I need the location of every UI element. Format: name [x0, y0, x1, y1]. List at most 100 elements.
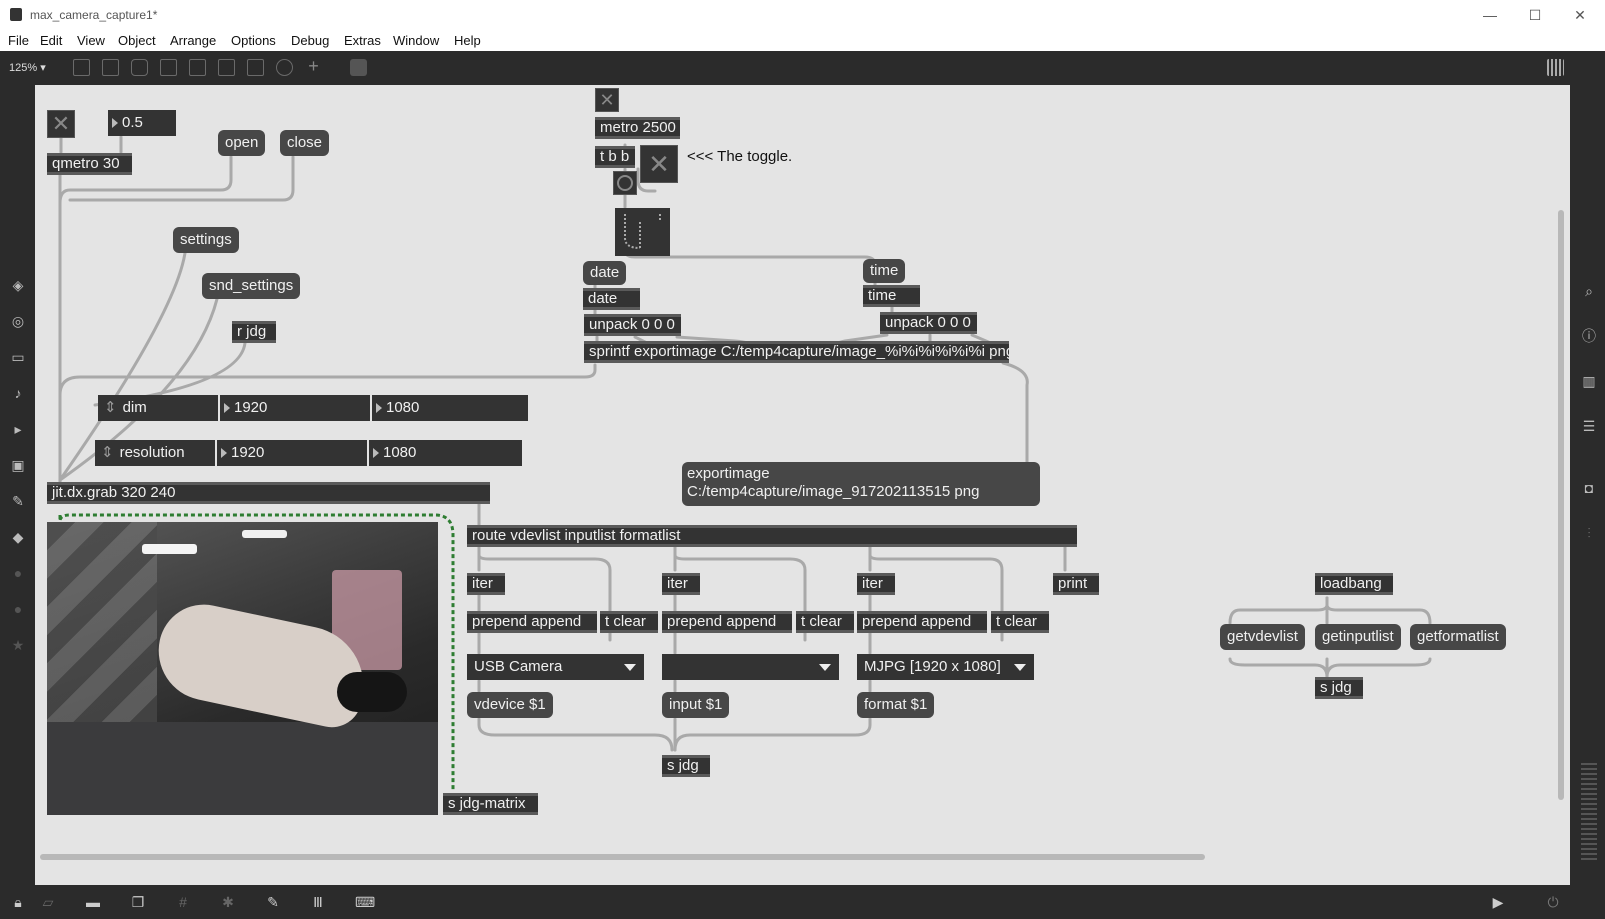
route-object[interactable]: route vdevlist inputlist formatlist — [467, 525, 1077, 547]
dim-width-number[interactable]: 1920 — [220, 395, 370, 421]
reference-icon[interactable]: ▥ — [1581, 373, 1597, 389]
menu-edit[interactable]: Edit — [40, 33, 62, 48]
minimize-button[interactable]: — — [1475, 5, 1505, 25]
info-circle-icon[interactable]: ● — [10, 601, 26, 617]
zoom-menu[interactable]: 125% ▾ — [9, 61, 46, 74]
getvdevlist-message[interactable]: getvdevlist — [1220, 624, 1305, 650]
input-umenu[interactable] — [662, 654, 839, 680]
send-jdg-object-2[interactable]: s jdg — [1315, 677, 1363, 699]
power-icon[interactable]: ⏻ — [1545, 894, 1561, 910]
patcher-canvas[interactable]: ✕ 0.5 qmetro 30 open close settings snd_… — [35, 85, 1570, 885]
bang-button[interactable] — [613, 171, 637, 195]
unpack-date-object[interactable]: unpack 0 0 0 — [584, 314, 681, 336]
inspector-icon[interactable]: ⓘ — [1581, 328, 1597, 344]
metro-object[interactable]: metro 2500 — [595, 117, 680, 139]
time-message[interactable]: time — [863, 259, 906, 283]
date-object[interactable]: date — [583, 288, 640, 310]
qmetro-object[interactable]: qmetro 30 — [47, 153, 132, 175]
print-object[interactable]: print — [1053, 573, 1099, 595]
input-message[interactable]: input $1 — [662, 692, 730, 718]
menu-help[interactable]: Help — [454, 33, 481, 48]
receive-jdg-object[interactable]: r jdg — [232, 321, 276, 343]
star-icon[interactable]: ★ — [10, 637, 26, 653]
exportimage-message[interactable]: exportimage C:/temp4capture/image_917202… — [682, 462, 1040, 506]
target-icon[interactable]: ◎ — [10, 313, 26, 329]
playbar-icon[interactable] — [218, 59, 235, 76]
columns-icon[interactable]: Ⅲ — [310, 894, 326, 910]
getinputlist-message[interactable]: getinputlist — [1315, 624, 1401, 650]
audio-play-icon[interactable]: ▶ — [1490, 894, 1506, 910]
resolution-width-number[interactable]: 1920 — [217, 440, 367, 466]
gate-object[interactable] — [615, 208, 670, 256]
close-message[interactable]: close — [280, 130, 330, 156]
wrench-icon[interactable]: ✎ — [265, 894, 281, 910]
render-toggle[interactable]: ✕ — [47, 110, 75, 138]
horizontal-scrollbar[interactable] — [40, 854, 1205, 860]
jit-dx-grab-object[interactable]: jit.dx.grab 320 240 — [47, 482, 490, 504]
camera-icon[interactable]: ◘ — [1581, 480, 1597, 496]
loadbang-object[interactable]: loadbang — [1315, 573, 1393, 595]
music-icon[interactable]: ♪ — [10, 385, 26, 401]
send-jdg-object[interactable]: s jdg — [662, 755, 710, 777]
playlist-icon[interactable]: ▸ — [10, 421, 26, 437]
dial-icon[interactable] — [276, 59, 293, 76]
clip-icon[interactable]: ▭ — [10, 349, 26, 365]
prepend-append-object-1[interactable]: prepend append — [467, 611, 597, 633]
lock-icon[interactable]: 🔒︎ — [10, 894, 26, 910]
maximize-button[interactable]: ☐ — [1520, 5, 1550, 25]
sprintf-object[interactable]: sprintf exportimage C:/temp4capture/imag… — [584, 341, 1009, 363]
dim-attribute[interactable]: ⇕ dim — [98, 395, 218, 421]
add-icon[interactable]: + — [305, 57, 322, 76]
iter-object-1[interactable]: iter — [467, 573, 505, 595]
list-icon[interactable]: ☰ — [1581, 418, 1597, 434]
menu-view[interactable]: View — [77, 33, 105, 48]
comment-bubble-icon[interactable]: ▬ — [85, 894, 101, 910]
menu-file[interactable]: File — [8, 33, 29, 48]
keyboard-icon[interactable]: ⌨ — [355, 894, 375, 910]
dim-height-number[interactable]: 1080 — [372, 395, 528, 421]
grid-icon[interactable] — [1547, 59, 1564, 76]
getformatlist-message[interactable]: getformatlist — [1410, 624, 1506, 650]
help-circle-icon[interactable]: ● — [10, 565, 26, 581]
vdevice-message[interactable]: vdevice $1 — [467, 692, 553, 718]
plugin-icon[interactable]: ◆ — [10, 529, 26, 545]
time-object[interactable]: time — [863, 285, 920, 307]
presentation-mode-icon[interactable]: ▱ — [40, 894, 56, 910]
new-object-icon[interactable] — [102, 59, 119, 76]
t-clear-object-2[interactable]: t clear — [796, 611, 854, 633]
slider-icon[interactable] — [247, 59, 264, 76]
t-clear-object-3[interactable]: t clear — [991, 611, 1049, 633]
iter-object-3[interactable]: iter — [857, 573, 895, 595]
date-message[interactable]: date — [583, 261, 627, 285]
menu-debug[interactable]: Debug — [291, 33, 329, 48]
toggle-icon[interactable] — [160, 59, 177, 76]
device-umenu[interactable]: USB Camera — [467, 654, 644, 680]
iter-object-2[interactable]: iter — [662, 573, 700, 595]
send-jdg-matrix-object[interactable]: s jdg-matrix — [443, 793, 538, 815]
grid-snap-icon[interactable]: # — [175, 894, 191, 910]
unpack-time-object[interactable]: unpack 0 0 0 — [880, 312, 977, 334]
search-icon[interactable]: ⌕ — [1581, 283, 1597, 299]
presentation-icon[interactable] — [73, 59, 90, 76]
button-icon[interactable] — [189, 59, 206, 76]
paint-icon[interactable] — [350, 59, 367, 76]
close-window-button[interactable]: ✕ — [1565, 5, 1595, 25]
float-number-box[interactable]: 0.5 — [108, 110, 176, 136]
mixer-icon[interactable]: ⫶ — [1581, 525, 1597, 541]
image-icon[interactable]: ▣ — [10, 457, 26, 473]
format-message[interactable]: format $1 — [857, 692, 935, 718]
open-message[interactable]: open — [218, 130, 266, 156]
menu-window[interactable]: Window — [393, 33, 439, 48]
resolution-attribute[interactable]: ⇕ resolution — [95, 440, 215, 466]
menu-object[interactable]: Object — [118, 33, 156, 48]
format-umenu[interactable]: MJPG [1920 x 1080] — [857, 654, 1034, 680]
prepend-append-object-3[interactable]: prepend append — [857, 611, 987, 633]
windows-icon[interactable]: ❐ — [130, 894, 146, 910]
settings-message[interactable]: settings — [173, 227, 239, 253]
prepend-append-object-2[interactable]: prepend append — [662, 611, 792, 633]
menu-extras[interactable]: Extras — [344, 33, 381, 48]
metro-toggle[interactable]: ✕ — [595, 88, 619, 112]
menu-options[interactable]: Options — [231, 33, 276, 48]
resolution-height-number[interactable]: 1080 — [369, 440, 522, 466]
t-clear-object-1[interactable]: t clear — [600, 611, 658, 633]
